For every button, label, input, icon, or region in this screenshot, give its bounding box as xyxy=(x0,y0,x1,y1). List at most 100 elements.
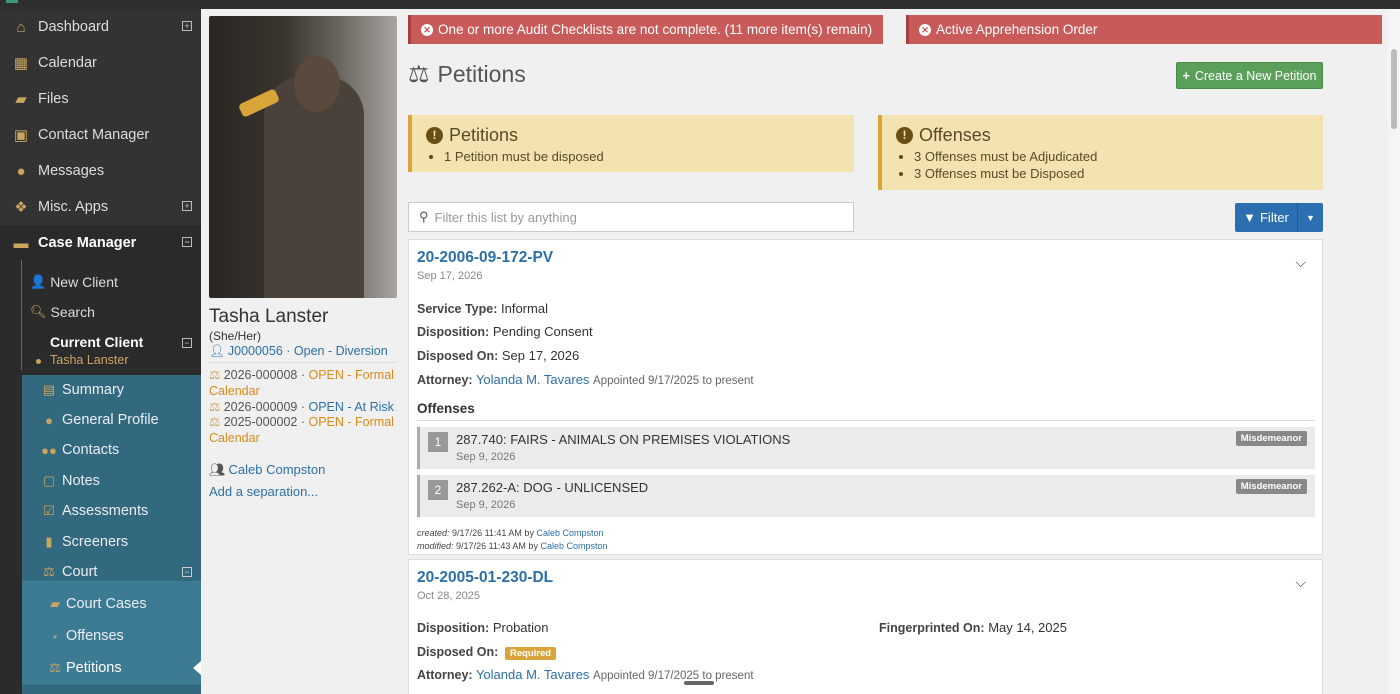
sidebar-item-dashboard[interactable]: ⌂ Dashboard + xyxy=(0,9,201,45)
current-client[interactable]: Current Client Tasha Lanster − xyxy=(22,334,201,374)
disposition-field: Disposition: Pending Consent xyxy=(417,324,593,339)
create-petition-button[interactable]: + Create a New Petition xyxy=(1176,62,1323,89)
sidebar-item-label: Screeners xyxy=(62,534,129,550)
current-client-label: Current Client xyxy=(50,334,144,350)
sidebar-item-petitions[interactable]: ⚖ Petitions xyxy=(22,653,201,683)
sidebar-item-contacts[interactable]: ●● Contacts xyxy=(22,435,201,465)
offense-title: 287.262-A: DOG - UNLICENSED xyxy=(456,480,649,495)
sidebar-item-court-cases[interactable]: ▰ Court Cases xyxy=(22,589,201,619)
case-number: 2026-000009 · xyxy=(223,400,309,414)
scales-icon: ⚖ xyxy=(408,61,430,88)
petition-id-link[interactable]: 20-2006-09-172-PV xyxy=(417,249,553,267)
offense-date: Sep 9, 2026 xyxy=(456,451,516,463)
client-id-link[interactable]: 👤︎ J0000056 · Open - Diversion xyxy=(209,344,388,359)
field-value: May 14, 2025 xyxy=(988,620,1067,635)
sidebar-item-general-profile[interactable]: ● General Profile xyxy=(22,405,201,435)
offense-row[interactable]: 2 287.262-A: DOG - UNLICENSED Sep 9, 202… xyxy=(417,475,1315,517)
filter-input[interactable] xyxy=(434,209,835,225)
chevron-down-icon[interactable]: ⌵ xyxy=(1295,254,1306,271)
audit-user-link[interactable]: Caleb Compston xyxy=(536,528,603,538)
sidebar-item-summary[interactable]: ▤ Summary xyxy=(22,375,201,405)
petition-id-link[interactable]: 20-2005-01-230-DL xyxy=(417,569,553,587)
offenses-heading: Offenses xyxy=(417,401,475,416)
collapse-icon[interactable]: − xyxy=(182,237,192,247)
sidebar-item-notes[interactable]: ▢ Notes xyxy=(22,466,201,496)
sidebar-item-label: Notes xyxy=(62,473,100,489)
page-scrollbar[interactable] xyxy=(1388,9,1400,694)
created-audit: created: 9/17/26 11:41 AM by Caleb Comps… xyxy=(417,528,604,538)
checkbox-icon: ☑ xyxy=(43,503,55,518)
field-value: Sep 17, 2026 xyxy=(501,348,580,363)
collapse-icon[interactable]: − xyxy=(182,338,192,348)
audit-alert[interactable]: ✕ One or more Audit Checklists are not co… xyxy=(408,15,883,44)
photo-head xyxy=(294,56,340,112)
close-circle-icon: ✕ xyxy=(421,23,433,36)
users-icon: ●● xyxy=(41,442,57,458)
sidebar-item-label: Summary xyxy=(62,382,125,398)
expand-icon[interactable]: + xyxy=(182,21,192,31)
modified-audit: modified: 9/17/26 11:43 AM by Caleb Comp… xyxy=(417,541,608,551)
sidebar-item-assessments[interactable]: ☑ Assessments xyxy=(22,496,201,526)
sidebar-item-label: Messages xyxy=(38,163,105,179)
folder-icon: ▰ xyxy=(50,596,60,611)
collapse-icon[interactable]: − xyxy=(182,567,192,577)
list-icon: ▤ xyxy=(42,382,56,397)
filter-field[interactable]: ⚲ xyxy=(408,202,854,232)
folder-icon: ▰ xyxy=(15,91,27,108)
add-separation-link[interactable]: Add a separation... xyxy=(209,484,318,499)
users-icon: 👥︎ xyxy=(209,462,226,477)
sidebar-item-screeners[interactable]: ▮ Screeners xyxy=(22,527,201,557)
sidebar-item-case-manager[interactable]: ▬ Case Manager − xyxy=(0,225,201,261)
assigned-worker-link[interactable]: 👥︎ Caleb Compston xyxy=(209,462,325,478)
case-link[interactable]: ⚖ 2026-000008 · OPEN - Formal Calendar xyxy=(209,367,399,399)
offenses-warning: ! Offenses 3 Offenses must be Adjudicated… xyxy=(878,115,1323,190)
attorney-link[interactable]: Yolanda M. Tavares xyxy=(476,667,589,682)
sidebar-item-misc-apps[interactable]: ❖ Misc. Apps + xyxy=(0,189,201,225)
appointed-text: Appointed 9/17/2025 to present xyxy=(593,375,754,387)
sidebar-item-label: Files xyxy=(38,91,69,107)
funnel-icon: ▼ xyxy=(1243,210,1256,225)
chevron-down-icon[interactable]: ⌵ xyxy=(1295,574,1306,591)
petitions-warning: ! Petitions 1 Petition must be disposed xyxy=(408,115,854,172)
sidebar-item-files[interactable]: ▰ Files xyxy=(0,81,201,117)
sidebar-item-messages[interactable]: ● Messages xyxy=(0,153,201,189)
case-link[interactable]: ⚖ 2026-000009 · OPEN - At Risk xyxy=(209,399,399,415)
field-label: Attorney: xyxy=(417,373,473,387)
fingerprinted-field: Fingerprinted On: May 14, 2025 xyxy=(879,620,1067,635)
audit-label: created: xyxy=(417,528,450,538)
offense-date: Sep 9, 2026 xyxy=(456,499,516,511)
case-link[interactable]: ⚖ 2025-000002 · OPEN - Formal Calendar xyxy=(209,414,399,446)
field-label: Disposed On: xyxy=(417,349,499,363)
sidebar-item-offenses[interactable]: ● Offenses xyxy=(22,621,201,651)
filter-button-group[interactable]: ▼ Filter ▼ xyxy=(1235,203,1323,232)
search-icon: ⚲ xyxy=(419,209,429,224)
audit-user-link[interactable]: Caleb Compston xyxy=(540,541,607,551)
divider xyxy=(209,362,397,363)
warning-title: Offenses xyxy=(919,125,991,145)
sidebar-item-new-client[interactable]: 👤 New Client xyxy=(30,268,118,296)
sidebar-item-calendar[interactable]: ▦ Calendar xyxy=(0,45,201,81)
required-badge: Required xyxy=(504,647,557,660)
alert-text: One or more Audit Checklists are not com… xyxy=(438,22,873,37)
calendar-icon: ▦ xyxy=(13,55,29,72)
current-client-name[interactable]: Tasha Lanster xyxy=(50,353,129,367)
offense-row[interactable]: 1 287.740: FAIRS - ANIMALS ON PREMISES V… xyxy=(417,427,1315,469)
page-title-text: Petitions xyxy=(437,61,526,87)
severity-badge: Misdemeanor xyxy=(1235,431,1307,446)
plus-icon: + xyxy=(1182,68,1190,83)
expand-icon[interactable]: + xyxy=(182,201,192,211)
scrollbar-thumb[interactable] xyxy=(1391,49,1397,129)
field-label: Disposition: xyxy=(417,621,490,635)
filter-button[interactable]: ▼ Filter xyxy=(1235,203,1298,232)
sidebar-item-contact-manager[interactable]: ▣ Contact Manager xyxy=(0,117,201,153)
apprehension-alert[interactable]: ✕ Active Apprehension Order xyxy=(906,15,1382,44)
sidebar: ⌂ Dashboard + ▦ Calendar ▰ Files ▣ Conta… xyxy=(0,9,201,694)
search-icon: 🔍︎ xyxy=(30,304,47,319)
service-type-field: Service Type: Informal xyxy=(417,301,548,316)
petition-card: 20-2005-01-230-DL Oct 28, 2025 ⌵ Disposi… xyxy=(408,559,1323,694)
filter-dropdown-toggle[interactable]: ▼ xyxy=(1298,203,1323,232)
attorney-link[interactable]: Yolanda M. Tavares xyxy=(476,372,589,387)
sidebar-item-search[interactable]: 🔍︎ Search xyxy=(30,298,95,326)
clipboard-icon: ▮ xyxy=(45,534,53,549)
case-status: OPEN - At Risk xyxy=(308,400,394,414)
